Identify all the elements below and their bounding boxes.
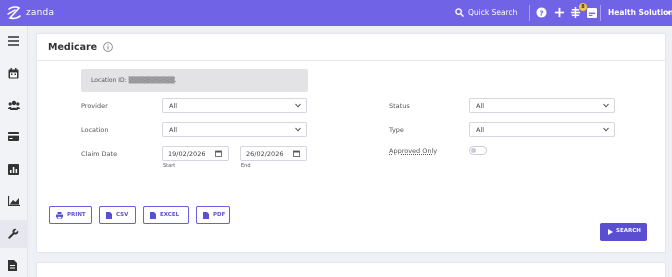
- quick-search-button[interactable]: Quick Search: [455, 0, 525, 26]
- sidebar-item-documents[interactable]: [0, 252, 28, 277]
- end-date-value: 26/02/2026: [246, 150, 284, 158]
- csv-label: CSV: [116, 212, 129, 218]
- file-icon: [106, 212, 112, 219]
- status-select[interactable]: All: [469, 98, 615, 113]
- sidebar-item-analytics[interactable]: [0, 188, 28, 216]
- sidebar: [0, 26, 28, 277]
- quick-search-label: Quick Search: [468, 8, 518, 17]
- calendar-icon: [8, 68, 19, 79]
- page-title: Medicare: [48, 42, 98, 53]
- chevron-down-icon: [295, 103, 301, 108]
- location-select[interactable]: All: [162, 122, 307, 137]
- type-label: Type: [389, 126, 404, 134]
- chevron-down-icon: [603, 103, 609, 108]
- chevron-down-icon: [603, 127, 609, 132]
- chevron-down-icon: [295, 127, 301, 132]
- logo-text: zanda: [26, 8, 55, 18]
- sidebar-item-billing[interactable]: [0, 124, 28, 152]
- approved-only-toggle[interactable]: [469, 146, 487, 155]
- provider-value: All: [169, 102, 178, 110]
- file-icon: [150, 212, 156, 219]
- sidebar-item-tools[interactable]: [0, 220, 28, 248]
- users-icon: [8, 100, 20, 110]
- chevron-down-icon: [666, 11, 671, 15]
- card-icon: [8, 132, 19, 141]
- provider-label: Provider: [81, 102, 108, 110]
- bar-chart-icon: [8, 196, 20, 206]
- provider-select[interactable]: All: [162, 98, 307, 113]
- search-label: SEARCH: [616, 228, 641, 234]
- play-icon: [608, 229, 613, 235]
- results-card: [36, 262, 666, 277]
- sidebar-item-reports[interactable]: [0, 156, 28, 184]
- start-date-value: 19/02/2026: [168, 150, 206, 158]
- location-value: All: [169, 126, 178, 134]
- info-icon[interactable]: [103, 42, 113, 52]
- file-icon: [203, 212, 209, 219]
- status-value: All: [476, 102, 485, 110]
- location-id-box: Location ID: ▒▒▒▒▒▒▒▒▒▒.: [81, 69, 308, 92]
- updates-badge: 8: [579, 3, 587, 11]
- print-button[interactable]: PRINT: [49, 206, 92, 224]
- plus-icon: [554, 7, 565, 18]
- pdf-button[interactable]: PDF: [196, 206, 230, 224]
- wrench-icon: [8, 228, 19, 239]
- search-button[interactable]: SEARCH: [600, 223, 647, 241]
- chart-icon: [8, 164, 19, 175]
- app-logo[interactable]: zanda: [6, 5, 66, 21]
- card-header: Medicare: [37, 34, 667, 61]
- location-label: Location: [81, 126, 109, 134]
- sidebar-item-contacts[interactable]: [0, 92, 28, 120]
- menu-icon: [8, 36, 19, 46]
- end-date-caption: End: [241, 163, 251, 169]
- calendar-icon: [215, 150, 222, 157]
- type-value: All: [476, 126, 485, 134]
- approved-only-label: Approved Only: [389, 147, 438, 155]
- type-select[interactable]: All: [469, 122, 615, 137]
- print-icon: [56, 212, 63, 219]
- divider: [529, 5, 530, 21]
- id-card-button[interactable]: [587, 8, 598, 19]
- status-label: Status: [389, 102, 410, 110]
- start-date-input[interactable]: 19/02/2026: [162, 146, 229, 161]
- account-name: Health Solutions: [608, 8, 672, 17]
- account-menu-button[interactable]: Health Solutions: [600, 0, 672, 26]
- medicare-card: Medicare Location ID: ▒▒▒▒▒▒▒▒▒▒. Provid…: [36, 33, 667, 253]
- top-actions: Quick Search ? 8: [452, 0, 600, 26]
- sidebar-item-menu[interactable]: [0, 28, 28, 56]
- pdf-label: PDF: [213, 212, 226, 218]
- zanda-logo-icon: [7, 6, 21, 20]
- help-icon: ?: [536, 7, 547, 18]
- start-date-caption: Start: [163, 163, 176, 169]
- excel-label: EXCEL: [160, 212, 180, 218]
- print-label: PRINT: [67, 212, 86, 218]
- id-card-icon: [587, 8, 597, 18]
- excel-button[interactable]: EXCEL: [143, 206, 189, 224]
- toggle-knob: [471, 148, 476, 153]
- divider: [600, 5, 601, 21]
- file-icon: [8, 260, 17, 271]
- csv-button[interactable]: CSV: [99, 206, 136, 224]
- sidebar-item-calendar[interactable]: [0, 60, 28, 88]
- search-icon: [455, 8, 464, 17]
- updates-button[interactable]: 8: [570, 3, 587, 20]
- add-button[interactable]: [554, 7, 566, 19]
- location-id-text: Location ID: ▒▒▒▒▒▒▒▒▒▒.: [91, 77, 177, 84]
- claim-date-label: Claim Date: [81, 150, 118, 158]
- svg-text:?: ?: [539, 8, 543, 17]
- help-button[interactable]: ?: [536, 7, 548, 19]
- end-date-input[interactable]: 26/02/2026: [240, 146, 307, 161]
- calendar-icon: [293, 150, 300, 157]
